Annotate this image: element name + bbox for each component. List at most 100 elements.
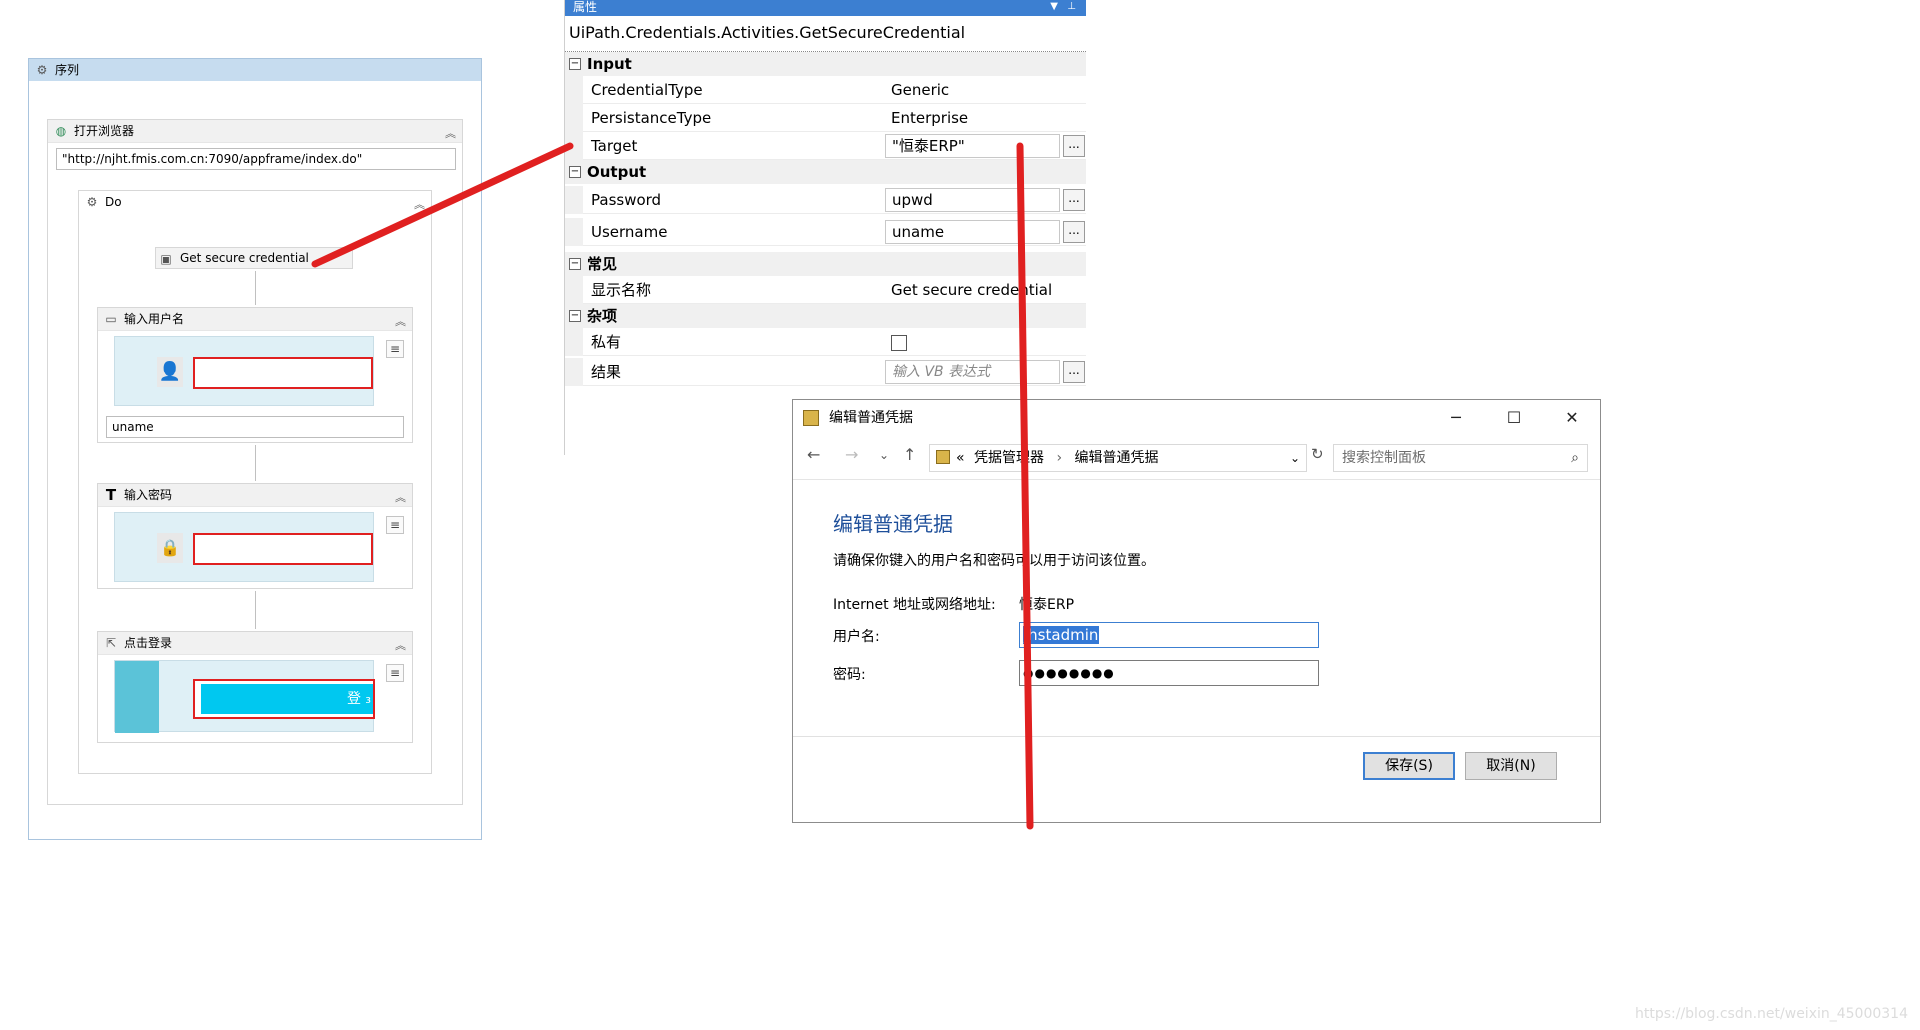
property-row-credentialtype[interactable]: CredentialType Generic [565,76,1086,104]
collapse-icon[interactable]: − [569,258,581,270]
result-input[interactable]: 输入 VB 表达式 [885,360,1060,384]
save-button[interactable]: 保存(S) [1363,752,1455,780]
ellipsis-button[interactable]: ... [1063,189,1085,211]
collapse-icon[interactable]: ︽ [395,487,406,509]
private-checkbox[interactable] [891,335,907,351]
category-input[interactable]: − Input [565,52,1086,76]
minimize-button[interactable]: ─ [1427,400,1485,436]
sequence-container[interactable]: ⚙ 序列 ◍ 打开浏览器 ︽ "http://njht.fmis.com.cn:… [28,58,482,840]
open-browser-activity[interactable]: ◍ 打开浏览器 ︽ "http://njht.fmis.com.cn:7090/… [47,119,463,805]
breadcrumb-item[interactable]: 凭据管理器 [974,450,1044,466]
breadcrumb-separator: › [1056,450,1063,466]
properties-title-bar[interactable]: 属性 ▼ ⊥ [565,0,1086,16]
type-into-icon: ▭ [105,312,117,326]
watermark: https://blog.csdn.net/weixin_45000314 [1634,1006,1908,1022]
category-label: 常见 [587,255,618,273]
chevron-down-icon[interactable]: ⌄ [879,448,889,462]
row-gutter [565,358,583,386]
property-row-password[interactable]: Password upwd ... [565,186,1086,214]
element-screenshot: 登 ₃ [114,660,375,733]
target-input[interactable]: "恒泰ERP" [885,134,1060,158]
collapse-icon[interactable]: ︽ [395,311,406,333]
property-value[interactable]: Generic [885,76,1086,104]
search-input[interactable]: 搜索控制面板 ⌕ [1333,444,1588,472]
forward-arrow-icon[interactable]: → [845,445,858,464]
category-misc[interactable]: − 杂项 [565,304,1086,328]
sequence-header[interactable]: ⚙ 序列 [29,59,481,81]
do-header[interactable]: ⚙ Do ︽ [79,191,431,213]
ellipsis-button[interactable]: ... [1063,135,1085,157]
property-row-username[interactable]: Username uname ... [565,218,1086,246]
dialog-titlebar[interactable]: 编辑普通凭据 ─ ☐ ✕ [793,400,1600,436]
breadcrumb-overflow[interactable]: « [956,445,965,471]
ellipsis-button[interactable]: ... [1063,221,1085,243]
dropdown-icon[interactable]: ▼ [1050,0,1058,14]
back-arrow-icon[interactable]: ← [807,445,820,464]
password-field[interactable]: ●●●●●●●● [1019,660,1319,686]
property-row-result[interactable]: 结果 输入 VB 表达式 ... [565,358,1086,386]
collapse-icon[interactable]: ︽ [414,194,425,216]
lock-icon: 🔒 [157,533,183,563]
username-field[interactable]: jhstadmin [1019,622,1319,648]
url-input[interactable]: "http://njht.fmis.com.cn:7090/appframe/i… [56,148,456,170]
element-screenshot: 🔒 [114,512,374,582]
address-bar: ← → ⌄ ↑ « 凭据管理器 › 编辑普通凭据 ⌄ ↻ 搜索控制面板 ⌕ [793,436,1600,480]
property-row-target[interactable]: Target "恒泰ERP" ... [565,132,1086,160]
property-row-persistancetype[interactable]: PersistanceType Enterprise [565,104,1086,132]
ellipsis-button[interactable]: ... [1063,361,1085,383]
click-login-title: 点击登录 [124,636,173,650]
close-button[interactable]: ✕ [1543,400,1601,436]
collapse-icon[interactable]: ︽ [445,123,456,145]
menu-icon[interactable]: ≡ [386,516,404,534]
menu-icon[interactable]: ≡ [386,664,404,682]
collapse-icon[interactable]: − [569,58,581,70]
dialog-description: 请确保你键入的用户名和密码可以用于访问该位置。 [833,553,1155,569]
category-label: Output [587,163,647,181]
username-value: jhstadmin [1023,626,1100,644]
search-icon[interactable]: ⌕ [1571,445,1579,471]
get-secure-credential-activity[interactable]: ▣ Get secure credential [155,247,353,269]
property-value[interactable]: Enterprise [885,104,1086,132]
password-input[interactable]: upwd [885,188,1060,212]
click-login-activity[interactable]: ⇱ 点击登录 ︽ 登 ₃ ≡ [97,631,413,743]
property-row-displayname[interactable]: 显示名称 Get secure credential [565,276,1086,304]
type-password-activity[interactable]: T 输入密码 ︽ 🔒 ≡ [97,483,413,589]
dialog-title: 编辑普通凭据 [829,410,913,426]
globe-icon: ◍ [55,124,67,138]
breadcrumb[interactable]: « 凭据管理器 › 编辑普通凭据 ⌄ [929,444,1307,472]
chevron-down-icon[interactable]: ⌄ [1290,445,1300,471]
property-value[interactable]: Get secure credential [885,276,1086,304]
property-name: Username [591,223,668,241]
property-row-private[interactable]: 私有 [565,328,1086,356]
collapse-icon[interactable]: − [569,166,581,178]
category-output[interactable]: − Output [565,160,1086,184]
row-gutter [565,186,583,214]
type-username-activity[interactable]: ▭ 输入用户名 ︽ 👤 ≡ uname [97,307,413,443]
cancel-button[interactable]: 取消(N) [1465,752,1557,780]
sequence-icon: ⚙ [36,63,48,77]
sequence-icon: ⚙ [86,195,98,209]
maximize-button[interactable]: ☐ [1485,400,1543,436]
divider [793,736,1600,737]
target-highlight [193,357,373,389]
username-input[interactable]: uname [885,220,1060,244]
type-username-header[interactable]: ▭ 输入用户名 ︽ [98,308,412,331]
collapse-icon[interactable]: − [569,310,581,322]
category-common[interactable]: − 常见 [565,252,1086,276]
property-name: Password [591,191,662,209]
do-label: Do [105,195,122,209]
pin-icon[interactable]: ⊥ [1067,0,1076,14]
breadcrumb-item[interactable]: 编辑普通凭据 [1075,450,1159,466]
type-password-header[interactable]: T 输入密码 ︽ [98,484,412,507]
username-text-input[interactable]: uname [106,416,404,438]
menu-icon[interactable]: ≡ [386,340,404,358]
click-login-header[interactable]: ⇱ 点击登录 ︽ [98,632,412,655]
property-name: CredentialType [591,81,703,99]
open-browser-header[interactable]: ◍ 打开浏览器 ︽ [48,120,462,143]
refresh-icon[interactable]: ↻ [1311,445,1324,463]
up-arrow-icon[interactable]: ↑ [903,445,916,464]
collapse-icon[interactable]: ︽ [395,635,406,657]
edit-credential-dialog: 编辑普通凭据 ─ ☐ ✕ ← → ⌄ ↑ « 凭据管理器 › 编辑普通凭据 ⌄ … [792,399,1601,823]
do-container[interactable]: ⚙ Do ︽ ▣ Get secure credential ▭ 输入用户名 ︽… [78,190,432,774]
target-highlight: 登 ₃ [193,679,375,719]
